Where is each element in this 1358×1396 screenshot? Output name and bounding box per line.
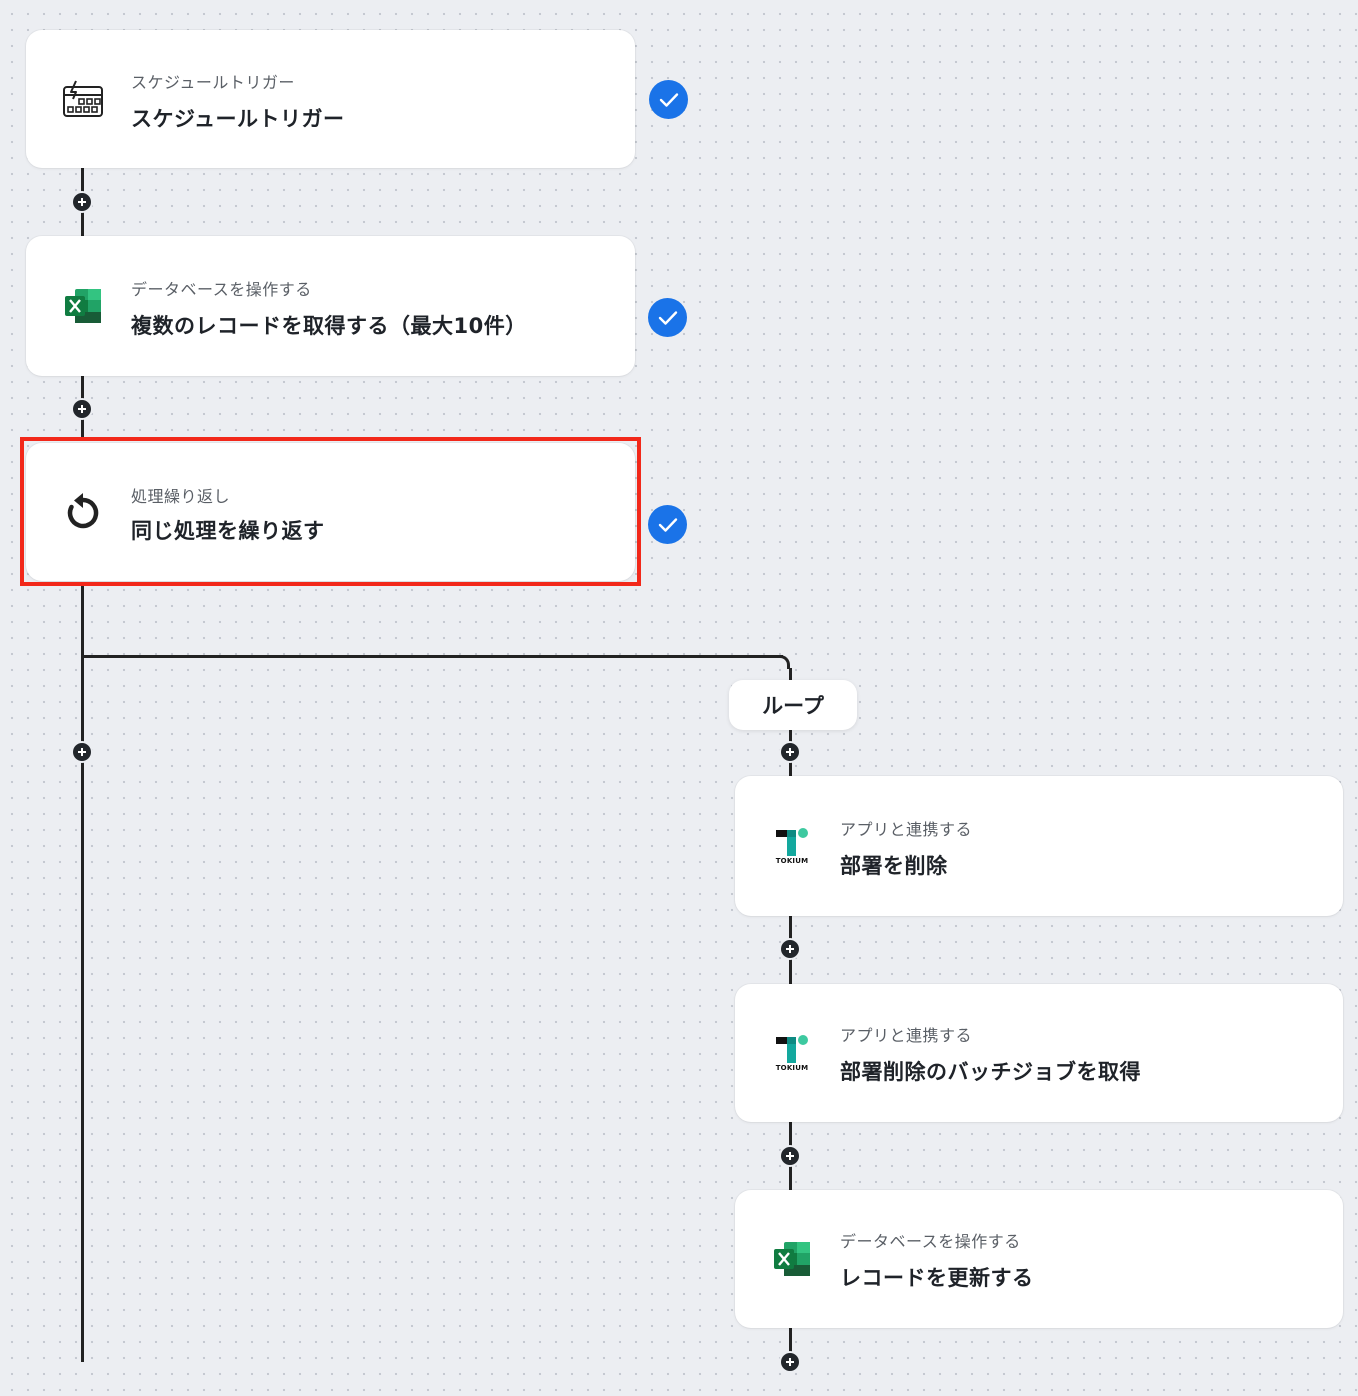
connector-line-branch bbox=[81, 655, 783, 658]
plus-icon bbox=[786, 945, 794, 953]
add-step-button[interactable] bbox=[71, 191, 93, 213]
step-subtitle: アプリと連携する bbox=[840, 820, 973, 839]
highlight-box bbox=[20, 437, 641, 586]
step-title: 部署削除のバッチジョブを取得 bbox=[840, 1060, 1141, 1084]
step-subtitle: アプリと連携する bbox=[840, 1026, 973, 1045]
step-subtitle: データベースを操作する bbox=[131, 280, 312, 299]
step-subtitle: データベースを操作する bbox=[840, 1232, 1021, 1251]
add-step-button[interactable] bbox=[779, 938, 801, 960]
add-step-button[interactable] bbox=[71, 398, 93, 420]
add-step-button[interactable] bbox=[779, 1145, 801, 1167]
check-icon bbox=[649, 80, 688, 119]
step-card-schedule-trigger[interactable]: スケジュールトリガー スケジュールトリガー bbox=[26, 30, 635, 168]
schedule-trigger-icon bbox=[60, 76, 106, 122]
check-icon bbox=[648, 298, 687, 337]
step-card-get-batch-job[interactable]: TOKIUM アプリと連携する 部署削除のバッチジョブを取得 bbox=[735, 984, 1343, 1122]
excel-icon bbox=[769, 1236, 815, 1282]
step-card-get-records[interactable]: データベースを操作する 複数のレコードを取得する（最大10件） bbox=[26, 236, 635, 376]
tokium-logo-text: TOKIUM bbox=[775, 1064, 809, 1072]
loop-label[interactable]: ループ bbox=[729, 680, 857, 730]
tokium-icon: TOKIUM bbox=[769, 823, 815, 869]
plus-icon bbox=[786, 748, 794, 756]
step-title: 部署を削除 bbox=[840, 854, 948, 878]
tokium-logo-text: TOKIUM bbox=[775, 857, 809, 865]
step-title: レコードを更新する bbox=[840, 1266, 1034, 1290]
add-step-button[interactable] bbox=[779, 1351, 801, 1373]
plus-icon bbox=[786, 1152, 794, 1160]
plus-icon bbox=[78, 405, 86, 413]
plus-icon bbox=[786, 1358, 794, 1366]
add-step-button[interactable] bbox=[779, 741, 801, 763]
plus-icon bbox=[78, 198, 86, 206]
connector-line-main bbox=[81, 584, 84, 1362]
tokium-icon: TOKIUM bbox=[769, 1030, 815, 1076]
step-title: 複数のレコードを取得する（最大10件） bbox=[131, 314, 527, 338]
check-icon bbox=[648, 505, 687, 544]
connector-line-loop bbox=[789, 668, 792, 680]
connector-line-branch-corner bbox=[776, 655, 790, 669]
step-card-delete-department[interactable]: TOKIUM アプリと連携する 部署を削除 bbox=[735, 776, 1343, 916]
excel-icon bbox=[60, 283, 106, 329]
step-title: スケジュールトリガー bbox=[131, 107, 345, 131]
step-subtitle: スケジュールトリガー bbox=[131, 73, 295, 92]
plus-icon bbox=[78, 748, 86, 756]
step-card-update-record[interactable]: データベースを操作する レコードを更新する bbox=[735, 1190, 1343, 1328]
add-step-button[interactable] bbox=[71, 741, 93, 763]
